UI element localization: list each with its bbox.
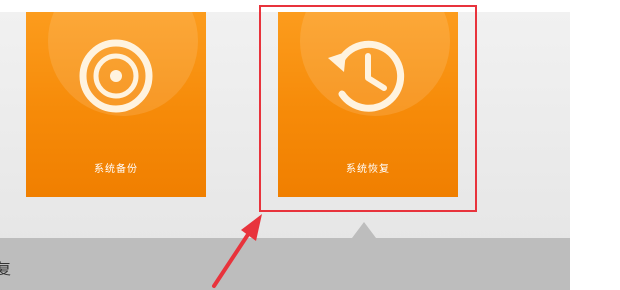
annotation-arrow bbox=[212, 214, 262, 288]
